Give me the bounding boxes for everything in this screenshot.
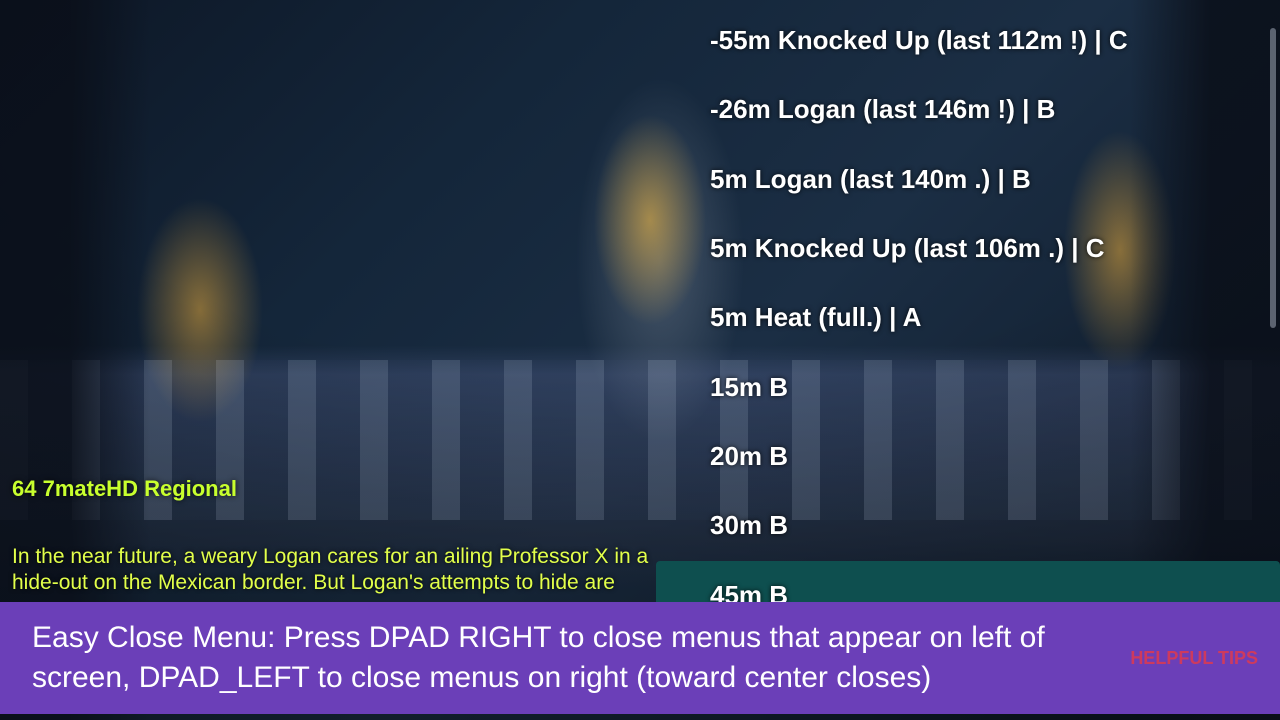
- menu-item[interactable]: -55m Knocked Up (last 112m !) | C: [656, 6, 1280, 75]
- channel-label: 64 7mateHD Regional: [12, 476, 237, 502]
- tips-label: HELPFUL TIPS: [1118, 648, 1280, 669]
- menu-item[interactable]: 15m B: [656, 353, 1280, 422]
- program-synopsis: In the near future, a weary Logan cares …: [12, 544, 652, 596]
- menu-item[interactable]: 30m B: [656, 491, 1280, 560]
- helpful-tips-bar: Easy Close Menu: Press DPAD RIGHT to clo…: [0, 602, 1280, 714]
- tips-text: Easy Close Menu: Press DPAD RIGHT to clo…: [0, 604, 1118, 712]
- menu-item[interactable]: 5m Heat (full.) | A: [656, 283, 1280, 352]
- menu-item[interactable]: 5m Logan (last 140m .) | B: [656, 145, 1280, 214]
- menu-scrollbar[interactable]: [1270, 28, 1276, 328]
- menu-item[interactable]: 20m B: [656, 422, 1280, 491]
- menu-item[interactable]: 5m Knocked Up (last 106m .) | C: [656, 214, 1280, 283]
- timeshift-menu: -55m Knocked Up (last 112m !) | C -26m L…: [656, 0, 1280, 630]
- menu-item[interactable]: -26m Logan (last 146m !) | B: [656, 75, 1280, 144]
